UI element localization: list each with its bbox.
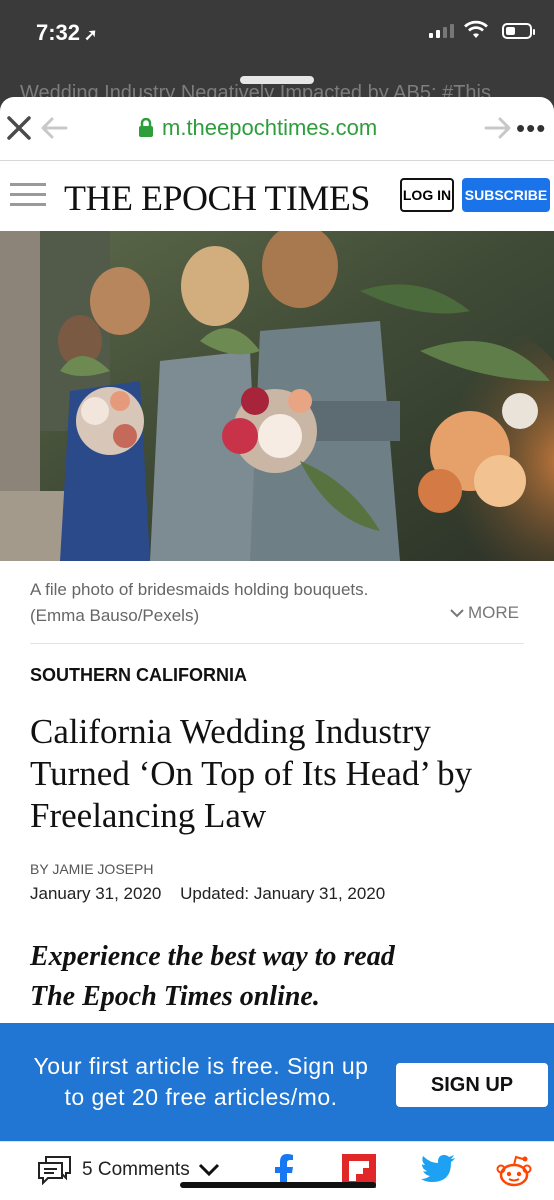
more-options-icon[interactable]: ••• [516, 113, 546, 144]
forward-arrow-icon[interactable] [484, 115, 512, 141]
banner-line-1: Your first article is free. Sign up [33, 1053, 369, 1079]
article-photo[interactable] [0, 231, 554, 561]
promo-text: Experience the best way to read The Epoc… [30, 937, 530, 1017]
chevron-down-icon [450, 609, 464, 618]
comments-count: 5 Comments [82, 1159, 190, 1180]
back-arrow-icon[interactable] [40, 115, 68, 141]
published-date: January 31, 2020 [30, 884, 162, 903]
subscribe-button[interactable]: SUBSCRIBE [462, 178, 550, 212]
status-time: 7:32 ➚ [36, 20, 98, 45]
article-byline[interactable]: BY JAMIE JOSEPH [30, 861, 153, 877]
browser-sheet: m.theepochtimes.com ••• THE EPOCH TIMES … [0, 97, 554, 1200]
divider [30, 643, 524, 644]
twitter-icon[interactable] [420, 1154, 456, 1184]
article-dates: January 31, 2020 Updated: January 31, 20… [30, 884, 385, 904]
lock-icon [139, 118, 153, 137]
promo-line-1: Experience the best way to read [30, 941, 395, 972]
cellular-signal-icon [429, 24, 454, 38]
more-label: MORE [468, 603, 519, 622]
caption-text: A file photo of bridesmaids holding bouq… [30, 580, 369, 599]
photo-caption: A file photo of bridesmaids holding bouq… [30, 577, 430, 629]
share-toolbar: 5 Comments [0, 1141, 554, 1200]
section-label[interactable]: SOUTHERN CALIFORNIA [30, 665, 247, 686]
hamburger-menu-icon[interactable] [10, 183, 46, 207]
status-bar: 7:32 ➚ [0, 0, 554, 70]
site-logo[interactable]: THE EPOCH TIMES [64, 177, 370, 219]
url-text: m.theepochtimes.com [162, 115, 378, 140]
article-headline: California Wedding Industry Turned ‘On T… [30, 712, 473, 835]
chevron-down-icon [198, 1163, 219, 1177]
url-display[interactable]: m.theepochtimes.com [138, 115, 377, 141]
signup-banner: Your first article is free. Sign up to g… [0, 1023, 554, 1141]
caption-more-button[interactable]: MORE [450, 603, 519, 623]
close-icon[interactable] [4, 113, 34, 143]
promo-line-2: The Epoch Times online. [30, 981, 320, 1012]
banner-text: Your first article is free. Sign up to g… [16, 1051, 386, 1113]
battery-icon [502, 23, 535, 39]
bridesmaids-photo [0, 231, 554, 561]
site-header: THE EPOCH TIMES LOG IN SUBSCRIBE [0, 161, 554, 231]
wifi-icon [464, 20, 488, 38]
signup-button[interactable]: SIGN UP [396, 1063, 548, 1107]
url-bar: m.theepochtimes.com ••• [0, 97, 554, 161]
caption-credit: (Emma Bauso/Pexels) [30, 606, 200, 625]
home-indicator[interactable] [180, 1182, 376, 1188]
comments-icon [38, 1156, 71, 1186]
banner-line-2: to get 20 free articles/mo. [64, 1084, 338, 1110]
updated-date: Updated: January 31, 2020 [180, 884, 386, 903]
login-button[interactable]: LOG IN [400, 178, 454, 212]
reddit-icon[interactable] [496, 1154, 532, 1188]
location-arrow-icon: ➚ [84, 27, 98, 44]
sheet-handle[interactable] [240, 76, 314, 84]
